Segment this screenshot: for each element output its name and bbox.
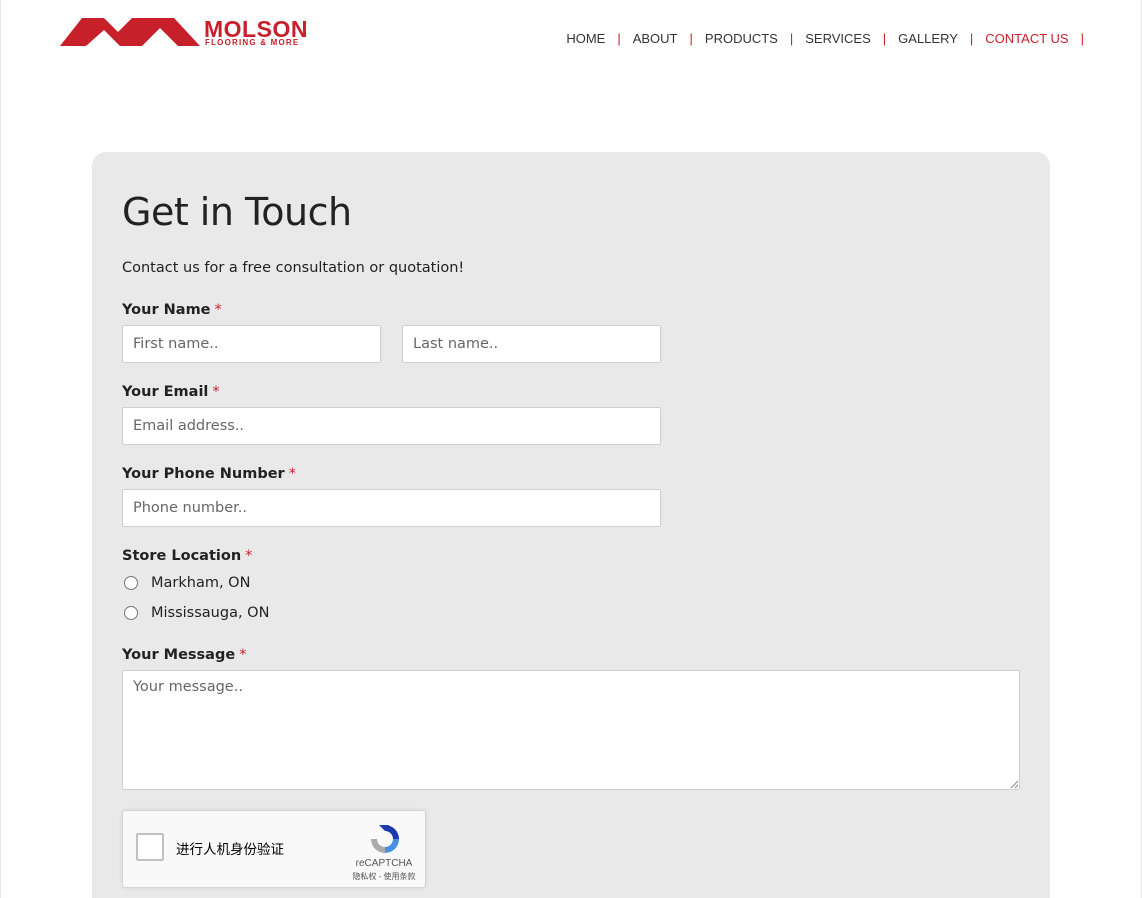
recaptcha-checkbox[interactable] — [136, 833, 164, 861]
phone-input[interactable] — [122, 489, 661, 527]
nav-separator: | — [617, 30, 621, 46]
phone-label: Your Phone Number * — [122, 466, 296, 482]
brand-tagline: FLOORING & MORE — [205, 38, 300, 47]
last-name-input[interactable] — [402, 325, 661, 363]
required-mark: * — [288, 466, 296, 482]
message-textarea[interactable] — [122, 670, 1020, 790]
nav-separator: | — [969, 30, 974, 46]
recaptcha-prompt: 进行人机身份验证 — [176, 842, 284, 858]
recaptcha-brand: reCAPTCHA — [355, 858, 413, 869]
resize-grip-icon[interactable] — [1009, 779, 1019, 789]
recaptcha-links[interactable]: 隐私权 - 使用条款 — [344, 871, 424, 882]
site-header: MOLSON FLOORING & MORE HOME | ABOUT | PR… — [0, 0, 1142, 80]
nav-home[interactable]: HOME — [566, 31, 605, 46]
site-logo[interactable]: MOLSON FLOORING & MORE — [60, 14, 312, 50]
required-mark: * — [239, 647, 247, 663]
recaptcha-widget: 进行人机身份验证 reCAPTCHA 隐私权 - 使用条款 — [122, 810, 426, 888]
message-label-text: Your Message — [122, 647, 236, 663]
first-name-input[interactable] — [122, 325, 381, 363]
main-nav: HOME | ABOUT | PRODUCTS | SERVICES | GAL… — [566, 30, 1096, 46]
required-mark: * — [214, 302, 222, 318]
nav-separator: | — [689, 30, 693, 46]
contact-form-card: Get in Touch Contact us for a free consu… — [92, 152, 1050, 898]
nav-contact-us[interactable]: CONTACT US — [985, 31, 1068, 46]
radio-button[interactable] — [124, 576, 138, 590]
email-input[interactable] — [122, 407, 661, 445]
store-option-mississauga[interactable]: Mississauga, ON — [124, 605, 269, 621]
roof-logo-icon — [60, 18, 200, 46]
store-option-label: Mississauga, ON — [151, 605, 270, 621]
radio-button[interactable] — [124, 606, 138, 620]
store-location-label-text: Store Location — [122, 548, 242, 564]
email-label-text: Your Email — [122, 384, 209, 400]
nav-services[interactable]: SERVICES — [805, 31, 871, 46]
page-title: Get in Touch — [122, 190, 352, 234]
nav-products[interactable]: PRODUCTS — [705, 31, 778, 46]
email-label: Your Email * — [122, 384, 220, 400]
store-option-markham[interactable]: Markham, ON — [124, 575, 250, 591]
store-option-label: Markham, ON — [151, 575, 251, 591]
name-label-text: Your Name — [122, 302, 211, 318]
name-label: Your Name * — [122, 302, 222, 318]
page-subtitle: Contact us for a free consultation or qu… — [122, 260, 465, 276]
required-mark: * — [212, 384, 220, 400]
nav-separator: | — [789, 30, 794, 46]
store-location-label: Store Location * — [122, 548, 252, 564]
nav-separator: | — [1080, 30, 1084, 46]
message-label: Your Message * — [122, 647, 246, 663]
required-mark: * — [245, 548, 253, 564]
nav-gallery[interactable]: GALLERY — [898, 31, 958, 46]
nav-about[interactable]: ABOUT — [633, 31, 678, 46]
phone-label-text: Your Phone Number — [122, 466, 285, 482]
nav-separator: | — [882, 30, 887, 46]
recaptcha-logo-icon — [371, 825, 399, 853]
